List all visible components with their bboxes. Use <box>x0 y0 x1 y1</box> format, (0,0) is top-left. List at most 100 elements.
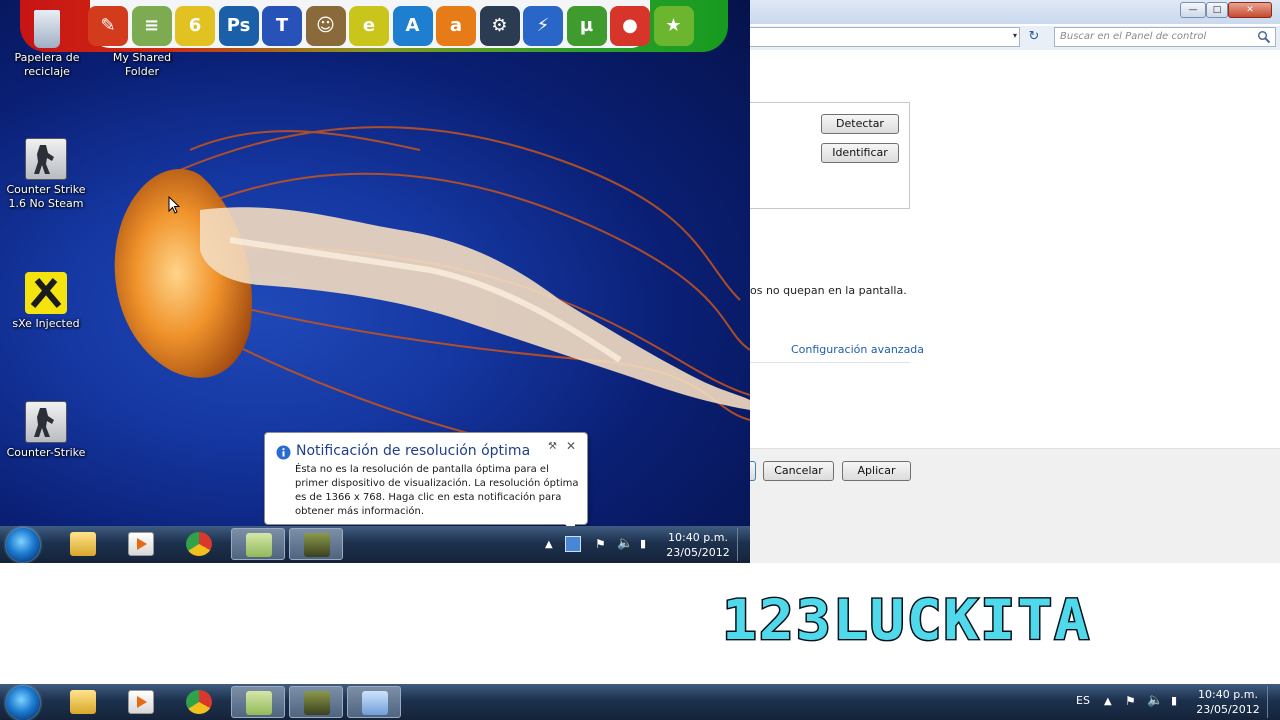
minimize-button[interactable]: — <box>1180 2 1206 18</box>
winrar-icon <box>246 533 272 557</box>
taskbar-media-player[interactable] <box>114 686 168 718</box>
show-desktop-button[interactable] <box>1267 686 1277 718</box>
alcohol-icon[interactable]: A <box>392 6 433 46</box>
taskbar-explorer[interactable] <box>56 686 110 718</box>
taskbar-control-panel[interactable] <box>347 686 401 718</box>
monitor-panel: Detectar Identificar <box>748 102 910 209</box>
chrome-icon <box>186 690 212 714</box>
show-hidden-icons-icon[interactable]: ▲ <box>545 539 553 550</box>
folder-icon <box>121 10 163 48</box>
advanced-settings-link[interactable]: Configuración avanzada <box>791 343 924 356</box>
outer-taskbar: ES ▲ ⚑ 🔈 ▮ 10:40 p.m. 23/05/2012 <box>0 684 1280 720</box>
folder-icon <box>70 690 96 714</box>
maximize-button[interactable]: □ <box>1206 2 1228 18</box>
network-icon[interactable]: ▮ <box>1171 694 1177 707</box>
volume-icon[interactable]: 🔈 <box>1147 693 1163 708</box>
dialog-footer: Cancelar Aplicar <box>744 448 1280 563</box>
mouse-cursor-icon <box>168 196 180 214</box>
desktop-icon-label: My Shared Folder <box>112 51 172 78</box>
desktop-icon-counter-strike[interactable]: Counter-Strike <box>3 401 89 460</box>
media-player-icon <box>128 690 154 714</box>
show-hidden-icons-icon[interactable]: ▲ <box>1104 696 1112 707</box>
taskbar-chrome[interactable] <box>172 528 226 560</box>
taskbar-media-player[interactable] <box>114 528 168 560</box>
flag-icon[interactable]: ⚑ <box>595 537 606 551</box>
volume-icon[interactable]: 🔈 <box>617 536 633 551</box>
language-indicator[interactable]: ES <box>1076 694 1090 707</box>
daemon-tools-icon[interactable]: ⚡ <box>523 6 563 46</box>
clock-date: 23/05/2012 <box>666 546 730 559</box>
desktop-icon-sxe-injected[interactable]: sXe Injected <box>3 272 89 331</box>
start-button[interactable] <box>6 686 40 720</box>
address-bar-row: ▾ ↻ Buscar en el Panel de control <box>750 26 1280 50</box>
bookmark-icon[interactable]: ★ <box>653 6 694 46</box>
search-input[interactable]: Buscar en el Panel de control <box>1054 27 1276 47</box>
taskbar-winrar[interactable] <box>231 686 285 718</box>
avast-icon[interactable]: a <box>436 6 476 46</box>
fonts-icon[interactable]: T <box>262 6 302 46</box>
folder-icon <box>70 532 96 556</box>
clock[interactable]: 10:40 p.m. 23/05/2012 <box>1193 687 1263 717</box>
start-button[interactable] <box>6 528 40 562</box>
close-icon[interactable]: ✕ <box>566 439 576 453</box>
resolution-notification[interactable]: Notificación de resolución óptima ⚒ ✕ És… <box>264 432 588 536</box>
desktop-icon-label: sXe Injected <box>12 317 80 330</box>
desktop-icon-my-shared-folder[interactable]: My Shared Folder <box>96 10 188 79</box>
taskbar-winrar[interactable] <box>231 528 285 560</box>
steam-icon[interactable]: ⚙ <box>479 6 520 46</box>
detect-button[interactable]: Detectar <box>821 114 899 134</box>
refresh-icon[interactable]: ↻ <box>1022 28 1046 46</box>
clock-time: 10:40 p.m. <box>1198 688 1258 701</box>
counter-strike-icon <box>25 401 67 443</box>
info-icon <box>276 445 291 460</box>
chrome-icon <box>186 532 212 556</box>
pin-icon[interactable]: ⚒ <box>548 441 557 452</box>
taskbar-camera-app[interactable] <box>289 686 343 718</box>
screen: — □ ✕ ▾ ↻ Buscar en el Panel de control … <box>0 0 1280 720</box>
control-panel-window: — □ ✕ ▾ ↻ Buscar en el Panel de control … <box>744 0 1280 563</box>
notification-title: Notificación de resolución óptima <box>296 443 531 459</box>
desktop-icon-counter-strike-16[interactable]: Counter Strike 1.6 No Steam <box>3 138 89 211</box>
utorrent-icon[interactable]: µ <box>566 6 607 46</box>
counter-strike-icon <box>25 138 67 180</box>
game-character-icon[interactable]: ☺ <box>305 6 346 46</box>
photoshop-icon[interactable]: Ps <box>218 6 259 46</box>
notification-body: Ésta no es la resolución de pantalla ópt… <box>295 464 579 517</box>
address-bar[interactable]: ▾ <box>750 27 1020 47</box>
network-icon[interactable]: ▮ <box>640 537 646 550</box>
camera-icon <box>304 533 330 557</box>
settings-text: os no quepan en la pantalla. <box>750 284 907 297</box>
gear-e-icon[interactable]: e <box>349 6 389 46</box>
desktop-icon-label: Counter-Strike <box>6 446 86 459</box>
cancel-button[interactable]: Cancelar <box>763 461 834 481</box>
search-placeholder: Buscar en el Panel de control <box>1060 31 1207 42</box>
close-button[interactable]: ✕ <box>1228 2 1272 18</box>
inner-taskbar: ▲ ⚑ 🔈 ▮ 10:40 p.m. 23/05/2012 <box>0 526 750 563</box>
clock[interactable]: 10:40 p.m. 23/05/2012 <box>664 530 732 560</box>
desktop-icon-label: Counter Strike 1.6 No Steam <box>6 183 86 210</box>
camera-icon <box>304 691 330 715</box>
control-panel-icon <box>362 691 388 715</box>
taskbar-camera-app[interactable] <box>289 528 343 560</box>
chevron-down-icon[interactable]: ▾ <box>1013 31 1017 40</box>
search-icon[interactable] <box>1257 30 1271 44</box>
clock-time: 10:40 p.m. <box>668 531 728 544</box>
sxe-icon <box>25 272 67 314</box>
show-desktop-button[interactable] <box>737 528 747 561</box>
divider <box>750 362 910 363</box>
desktop-icon-recycle-bin[interactable]: Papelera de reciclaje <box>4 10 90 79</box>
media-player-icon <box>128 532 154 556</box>
flag-icon[interactable]: ⚑ <box>1125 694 1136 708</box>
winrar-icon <box>246 691 272 715</box>
window-titlebar: — □ ✕ <box>750 0 1280 24</box>
clock-date: 23/05/2012 <box>1196 703 1260 716</box>
chrome-icon[interactable]: ● <box>610 6 650 46</box>
desktop-icon-label: Papelera de reciclaje <box>14 51 80 78</box>
recycle-bin-icon <box>34 10 60 48</box>
desktop: ✎ ≡ 6 Ps T ☺ e Aa ⚙ ⚡ µ ● ★ Papelera de reciclaje My… <box>0 0 750 563</box>
apply-button[interactable]: Aplicar <box>842 461 911 481</box>
identify-button[interactable]: Identificar <box>821 143 899 163</box>
taskbar-explorer[interactable] <box>56 528 110 560</box>
display-tray-icon[interactable] <box>565 536 581 552</box>
taskbar-chrome[interactable] <box>172 686 226 718</box>
